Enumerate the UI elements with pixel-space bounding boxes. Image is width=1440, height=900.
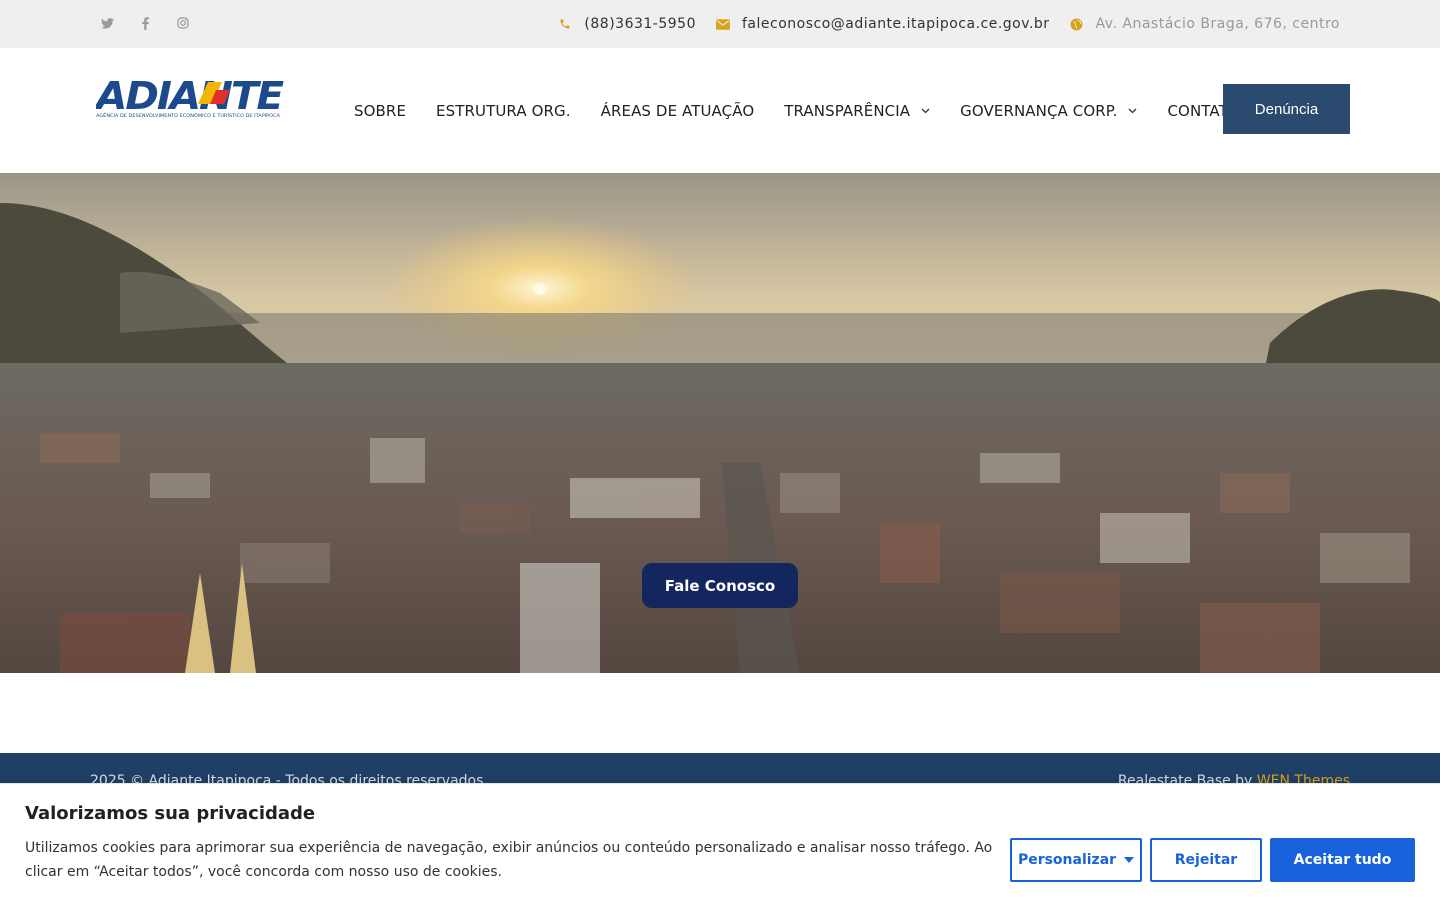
top-bar: (88)3631-5950 faleconosco@adiante.itapip…	[0, 0, 1440, 48]
cookie-title: Valorizamos sua privacidade	[25, 803, 316, 824]
contact-phone[interactable]: (88)3631-5950	[558, 16, 696, 32]
reject-button[interactable]: Rejeitar	[1150, 838, 1262, 882]
social-links	[98, 14, 192, 32]
nav-label: TRANSPARÊNCIA	[784, 101, 911, 120]
instagram-icon[interactable]	[174, 14, 192, 32]
facebook-icon[interactable]	[136, 14, 154, 32]
chevron-down-icon	[920, 106, 930, 116]
main-nav: SOBRE ESTRUTURA ORG. ÁREAS DE ATUAÇÃO TR…	[354, 48, 1240, 173]
nav-label: ÁREAS DE ATUAÇÃO	[600, 101, 755, 120]
nav-item-governanca[interactable]: GOVERNANÇA CORP.	[960, 102, 1137, 120]
phone-icon	[558, 18, 572, 30]
denuncia-button[interactable]: Denúncia	[1223, 84, 1350, 134]
phone-number: (88)3631-5950	[584, 16, 696, 32]
address-text: Av. Anastácio Braga, 676, centro	[1095, 16, 1340, 32]
chevron-down-icon	[1127, 106, 1137, 116]
envelope-icon	[715, 18, 730, 30]
caret-down-icon	[1124, 857, 1135, 863]
customize-label: Personalizar	[1017, 852, 1117, 868]
cookie-description: Utilizamos cookies para aprimorar sua ex…	[25, 840, 993, 880]
nav-item-estrutura[interactable]: ESTRUTURA ORG.	[436, 102, 571, 120]
twitter-icon[interactable]	[98, 14, 116, 32]
globe-icon	[1070, 18, 1084, 31]
logo-wordmark: ADIANTE	[96, 76, 284, 118]
cookie-consent-banner: Valorizamos sua privacidade Utilizamos c…	[0, 783, 1440, 900]
nav-label: ESTRUTURA ORG.	[436, 101, 571, 120]
hero-banner: Fale Conosco	[0, 173, 1440, 673]
nav-item-sobre[interactable]: SOBRE	[354, 102, 406, 120]
nav-item-transparencia[interactable]: TRANSPARÊNCIA	[784, 102, 930, 120]
contact-email[interactable]: faleconosco@adiante.itapipoca.ce.gov.br	[715, 16, 1050, 32]
accept-all-button[interactable]: Aceitar tudo	[1270, 838, 1415, 882]
contact-info: (88)3631-5950 faleconosco@adiante.itapip…	[558, 0, 1340, 48]
customize-button[interactable]: Personalizar	[1010, 838, 1142, 882]
fale-conosco-button[interactable]: Fale Conosco	[642, 563, 798, 608]
email-address: faleconosco@adiante.itapipoca.ce.gov.br	[741, 16, 1050, 32]
contact-address: Av. Anastácio Braga, 676, centro	[1070, 16, 1340, 32]
nav-item-areas[interactable]: ÁREAS DE ATUAÇÃO	[601, 102, 755, 120]
nav-label: GOVERNANÇA CORP.	[960, 101, 1118, 120]
site-header: ADIANTE AGÊNCIA DE DESENVOLVIMENTO ECONÔ…	[0, 48, 1440, 173]
site-logo[interactable]: ADIANTE AGÊNCIA DE DESENVOLVIMENTO ECONÔ…	[93, 74, 286, 120]
nav-label: SOBRE	[354, 101, 407, 120]
